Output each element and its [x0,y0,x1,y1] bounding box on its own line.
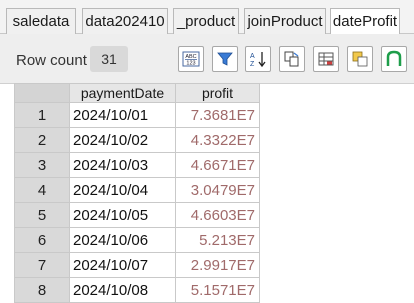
table-row: 3 2024/10/03 4.6671E7 [14,152,260,178]
table-row: 5 2024/10/05 4.6603E7 [14,202,260,228]
svg-text:A: A [250,53,255,60]
profit-cell[interactable]: 4.3322E7 [175,127,260,153]
payment-date-cell[interactable]: 2024/10/01 [69,102,176,128]
tab-label: data202410 [85,13,165,30]
payment-date-cell[interactable]: 2024/10/05 [69,202,176,228]
copy-button[interactable] [279,46,305,72]
profit-cell[interactable]: 2.9917E7 [175,252,260,278]
profit-cell[interactable]: 5.213E7 [175,227,260,253]
profit-cell[interactable]: 7.3681E7 [175,102,260,128]
row-number[interactable]: 8 [14,277,70,303]
table-row: 6 2024/10/06 5.213E7 [14,227,260,253]
filter-button[interactable] [212,46,238,72]
table-row: 2 2024/10/02 4.3322E7 [14,127,260,153]
tab-label: saledata [12,13,70,30]
row-count-value: 31 [90,46,128,72]
table-row: 8 2024/10/08 5.1571E7 [14,277,260,303]
data-grid: paymentDate profit 1 2024/10/01 7.3681E7… [14,83,260,303]
abc-123-button[interactable]: ABC 123 [178,46,204,72]
row-number[interactable]: 3 [14,152,70,178]
payment-date-cell[interactable]: 2024/10/04 [69,177,176,203]
tab-product[interactable]: _product [173,8,239,34]
table-row: 4 2024/10/04 3.0479E7 [14,177,260,203]
table-button[interactable] [313,46,339,72]
header-row: paymentDate profit [14,83,260,103]
profit-cell[interactable]: 4.6671E7 [175,152,260,178]
tab-dateprofit[interactable]: dateProfit [330,8,400,35]
toolbar: Row count 31 ABC 123 A Z [0,34,414,84]
highlight-button[interactable] [347,46,373,72]
profit-cell[interactable]: 3.0479E7 [175,177,260,203]
row-number[interactable]: 5 [14,202,70,228]
tab-label: _product [176,13,236,30]
payment-date-cell[interactable]: 2024/10/06 [69,227,176,253]
sort-button[interactable]: A Z [245,46,271,72]
payment-date-cell[interactable]: 2024/10/03 [69,152,176,178]
sort-icon: A Z [250,52,266,68]
profit-cell[interactable]: 5.1571E7 [175,277,260,303]
filter-icon [217,52,233,66]
row-number[interactable]: 6 [14,227,70,253]
tab-label: joinProduct [247,13,323,30]
tab-strip: saledata data202410 _product joinProduct… [0,0,414,35]
column-header-profit[interactable]: profit [175,83,260,103]
grid-corner[interactable] [14,83,70,103]
svg-text:123: 123 [186,61,195,67]
row-number[interactable]: 7 [14,252,70,278]
table-icon [318,52,334,66]
row-count-label: Row count [16,52,87,69]
abc-123-icon: ABC 123 [182,51,200,67]
highlight-icon [352,51,368,67]
tab-data202410[interactable]: data202410 [82,8,168,34]
tab-label: dateProfit [332,13,398,30]
payment-date-cell[interactable]: 2024/10/02 [69,127,176,153]
copy-icon [284,51,299,67]
payment-date-cell[interactable]: 2024/10/08 [69,277,176,303]
tab-saledata[interactable]: saledata [6,8,76,34]
table-row: 7 2024/10/07 2.9917E7 [14,252,260,278]
table-row: 1 2024/10/01 7.3681E7 [14,102,260,128]
column-header-paymentdate[interactable]: paymentDate [69,83,176,103]
tab-joinproduct[interactable]: joinProduct [244,8,326,34]
payment-date-cell[interactable]: 2024/10/07 [69,252,176,278]
profit-cell[interactable]: 4.6603E7 [175,202,260,228]
row-number[interactable]: 1 [14,102,70,128]
chart-button[interactable] [381,46,407,72]
chart-icon [386,50,402,66]
svg-text:Z: Z [250,61,255,68]
svg-text:ABC: ABC [185,54,196,60]
row-number[interactable]: 2 [14,127,70,153]
row-number[interactable]: 4 [14,177,70,203]
